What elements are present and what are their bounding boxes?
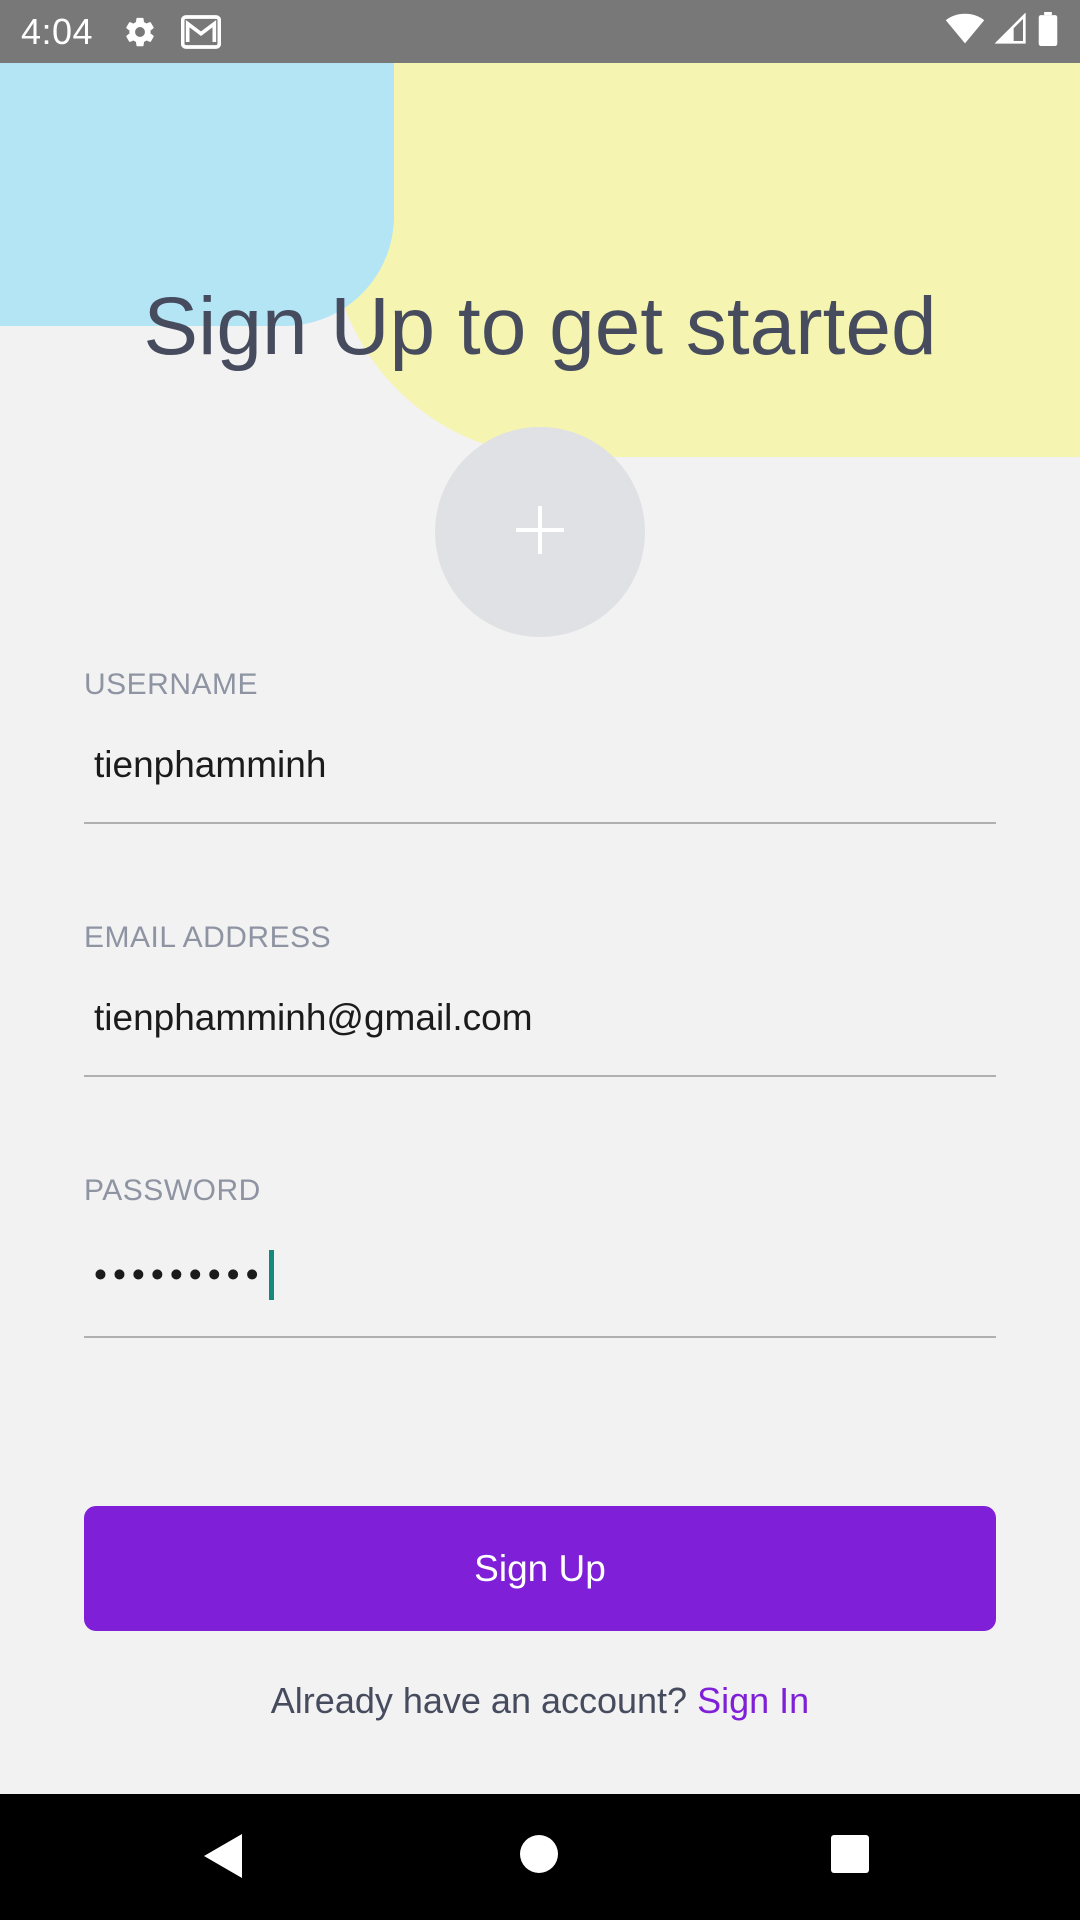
- navigation-bar: [0, 1794, 1080, 1920]
- signin-prompt-text: Already have an account?: [270, 1680, 688, 1721]
- signup-button[interactable]: Sign Up: [84, 1506, 996, 1631]
- status-bar: 4:04: [0, 0, 1080, 63]
- password-input[interactable]: •••••••••: [84, 1250, 996, 1338]
- email-input[interactable]: [84, 997, 996, 1077]
- signup-screen: 4:04 Sign Up to get started USERNAME tie…: [0, 0, 1080, 1920]
- username-field-group: USERNAME: [84, 668, 996, 824]
- recents-icon[interactable]: [828, 1832, 872, 1876]
- password-field-group: PASSWORD •••••••••: [84, 1174, 996, 1338]
- email-field-group: EMAIL ADDRESS: [84, 921, 996, 1077]
- plus-icon: [514, 504, 566, 561]
- home-icon[interactable]: [517, 1832, 561, 1876]
- signin-link[interactable]: Sign In: [697, 1680, 809, 1721]
- wifi-icon: [945, 13, 985, 50]
- password-label: PASSWORD: [84, 1174, 261, 1207]
- battery-icon: [1037, 12, 1059, 51]
- add-avatar-button[interactable]: [435, 427, 645, 637]
- back-icon[interactable]: [200, 1832, 244, 1880]
- username-label: USERNAME: [84, 668, 259, 701]
- text-cursor: [268, 1250, 274, 1300]
- username-input[interactable]: [84, 744, 996, 824]
- page-title: Sign Up to get started: [143, 281, 937, 372]
- email-label: EMAIL ADDRESS: [84, 921, 332, 954]
- password-masked-value: •••••••••: [94, 1254, 265, 1295]
- settings-icon: [123, 15, 157, 49]
- status-time: 4:04: [21, 10, 94, 52]
- gmail-icon: [181, 14, 222, 49]
- signal-icon: [994, 12, 1027, 50]
- decorative-yellow-shape: [330, 63, 1080, 457]
- signin-prompt-row: Already have an account? Sign In: [0, 1680, 1080, 1722]
- status-right-icons: [945, 12, 1059, 51]
